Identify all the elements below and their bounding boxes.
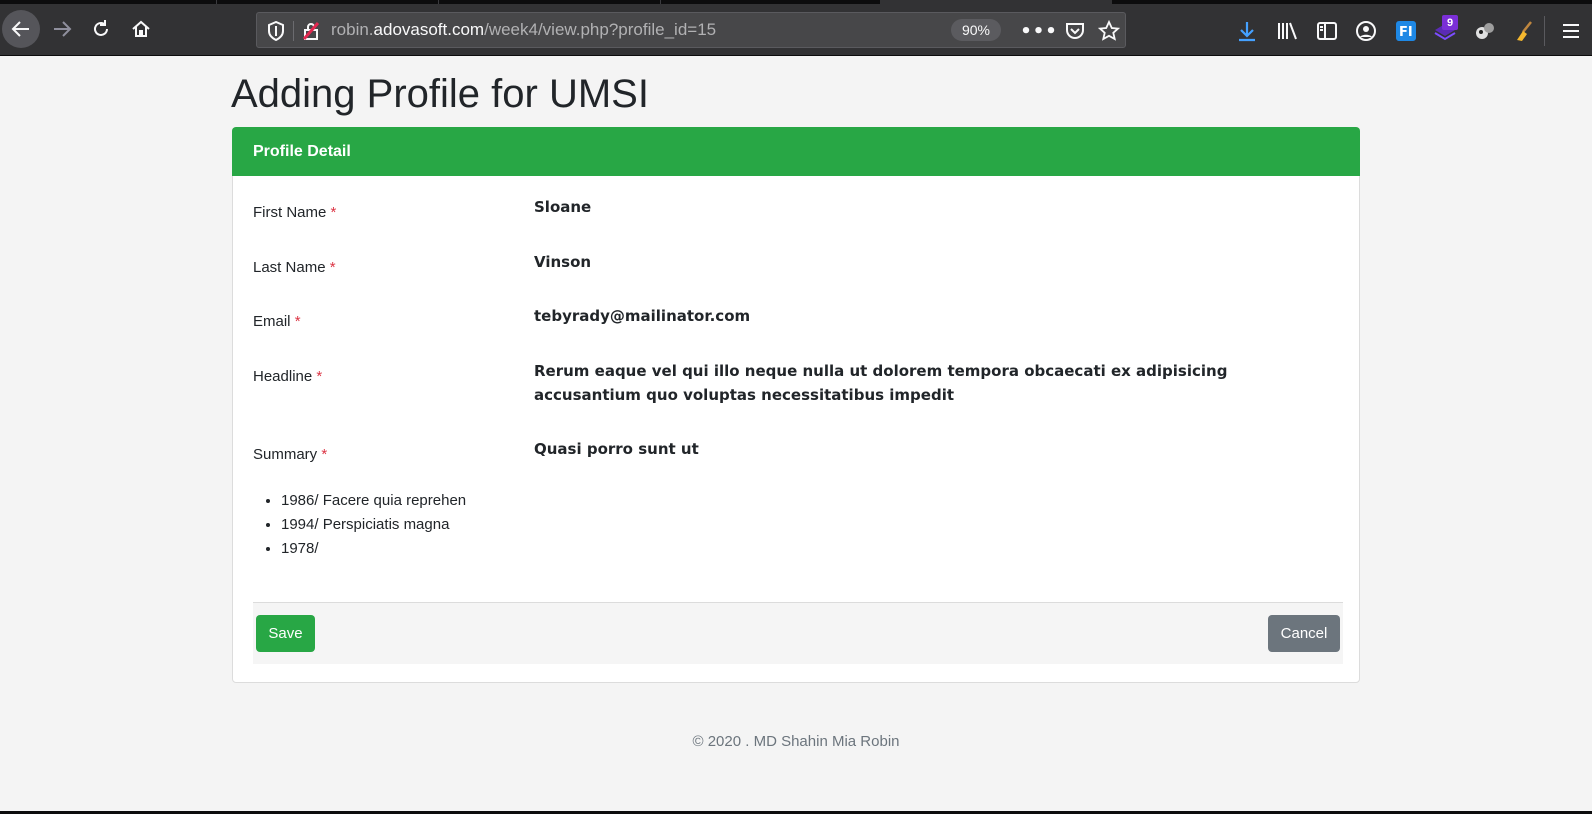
back-button[interactable] <box>2 10 40 48</box>
required-mark: * <box>294 313 301 330</box>
education-list: 1986/ Facere quia reprehen 1994/ Perspic… <box>263 489 466 561</box>
zoom-level-badge[interactable]: 90% <box>951 19 1001 41</box>
extension-fi-icon[interactable]: FI <box>1393 18 1419 44</box>
profile-card: Profile Detail First Name * Sloane Last … <box>232 127 1360 683</box>
first-name-label-text: First Name <box>253 204 327 221</box>
first-name-value: Sloane <box>534 198 592 216</box>
hamburger-menu-icon[interactable] <box>1558 18 1584 44</box>
summary-label: Summary * <box>253 446 327 463</box>
summary-value: Quasi porro sunt ut <box>534 440 699 458</box>
browser-toolbar: robin.adovasoft.com/week4/view.php?profi… <box>0 4 1592 56</box>
sidebar-icon[interactable] <box>1314 18 1340 44</box>
page-actions-more-icon[interactable]: ••• <box>1020 19 1057 43</box>
headline-value: Rerum eaque vel qui illo neque nulla ut … <box>534 362 1228 404</box>
forward-button[interactable] <box>43 10 81 48</box>
card-header: Profile Detail <box>232 127 1360 176</box>
extension-spheres-icon[interactable] <box>1472 18 1498 44</box>
headline-label: Headline * <box>253 368 322 385</box>
svg-text:FI: FI <box>1399 25 1413 40</box>
extension-broom-icon[interactable] <box>1512 18 1538 44</box>
education-item: 1994/ Perspiciatis magna <box>281 513 466 537</box>
account-icon[interactable] <box>1353 18 1379 44</box>
card-footer: Save Cancel <box>253 602 1343 664</box>
bookmark-star-icon[interactable] <box>1097 19 1121 43</box>
url-separator <box>293 21 294 41</box>
headline-label-text: Headline <box>253 368 313 385</box>
save-button[interactable]: Save <box>256 615 315 652</box>
home-icon <box>132 20 150 37</box>
required-mark: * <box>329 259 336 276</box>
page-footer: © 2020 . MD Shahin Mia Robin <box>692 733 900 750</box>
email-value: tebyrady@mailinator.com <box>534 307 751 325</box>
extension-badge: 9 <box>1442 15 1458 30</box>
pocket-icon[interactable] <box>1063 19 1087 43</box>
toolbar-divider <box>1544 16 1545 46</box>
required-mark: * <box>316 368 323 385</box>
last-name-value: Vinson <box>534 253 592 271</box>
required-mark: * <box>321 446 328 463</box>
insecure-lock-icon[interactable] <box>301 21 321 45</box>
first-name-label: First Name * <box>253 204 336 221</box>
home-button[interactable] <box>122 10 160 48</box>
forward-arrow-icon <box>54 21 72 37</box>
url-text[interactable]: robin.adovasoft.com/week4/view.php?profi… <box>331 20 716 40</box>
reload-icon <box>94 20 108 36</box>
url-path: /week4/view.php?profile_id=15 <box>484 20 717 39</box>
last-name-label-text: Last Name <box>253 259 326 276</box>
summary-label-text: Summary <box>253 446 318 463</box>
cancel-button[interactable]: Cancel <box>1268 615 1340 652</box>
required-mark: * <box>330 204 337 221</box>
reload-button[interactable] <box>82 10 120 48</box>
url-subdomain: robin. <box>331 20 374 39</box>
page-title: Adding Profile for UMSI <box>231 72 649 116</box>
email-label: Email * <box>253 313 301 330</box>
education-item: 1978/ <box>281 537 466 561</box>
downloads-icon[interactable] <box>1234 18 1260 44</box>
education-item: 1986/ Facere quia reprehen <box>281 489 466 513</box>
back-arrow-icon <box>11 21 29 37</box>
last-name-label: Last Name * <box>253 259 336 276</box>
library-icon[interactable] <box>1274 18 1300 44</box>
tracking-shield-icon[interactable] <box>267 20 285 45</box>
email-label-text: Email <box>253 313 291 330</box>
url-host: adovasoft.com <box>373 20 485 39</box>
url-bar[interactable]: robin.adovasoft.com/week4/view.php?profi… <box>256 12 1126 48</box>
